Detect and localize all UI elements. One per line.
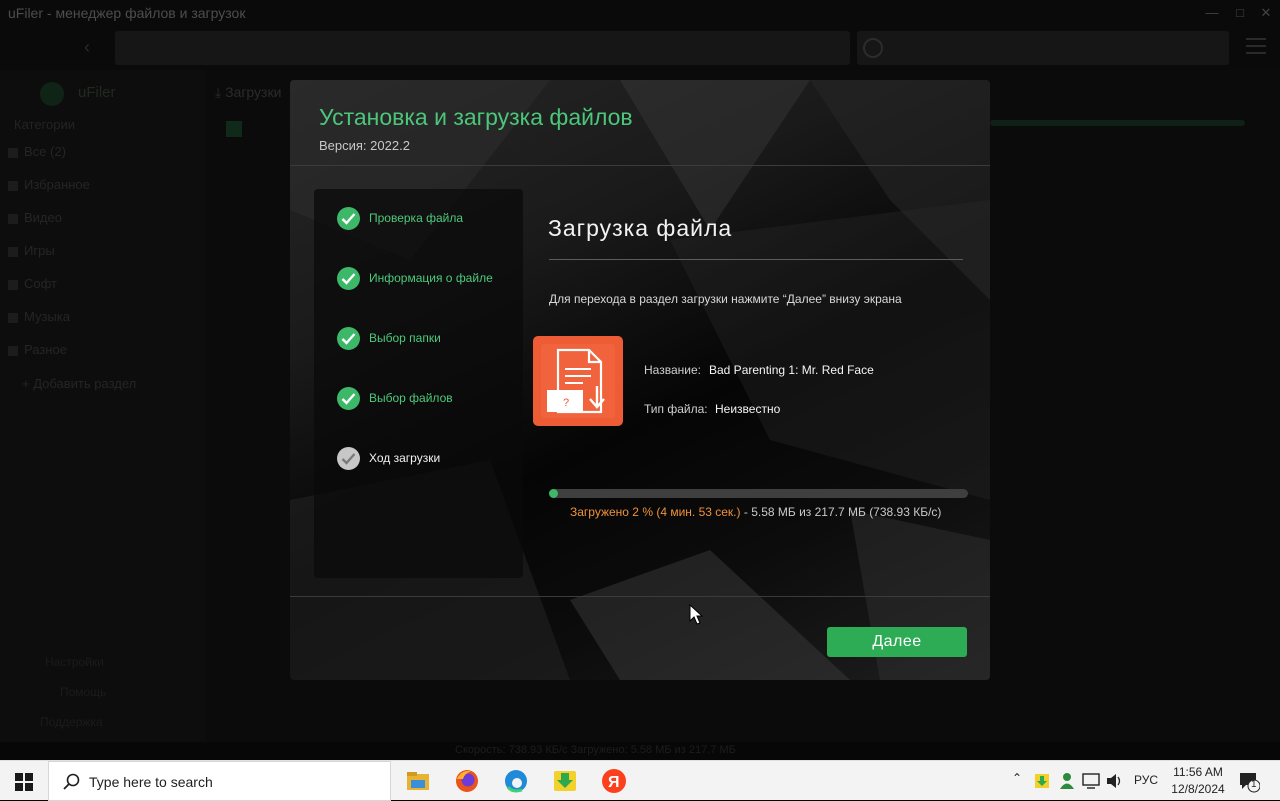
app-logo-text: uFiler — [78, 84, 116, 101]
volume-icon[interactable] — [1106, 773, 1124, 789]
dialog-header: Установка и загрузка файлов Версия: 2022… — [290, 80, 990, 166]
check-icon — [337, 207, 360, 230]
app-status-text: Скорость: 738.93 КБ/с Загружено: 5.58 МБ… — [455, 744, 736, 756]
notification-count: 1 — [1251, 779, 1257, 790]
step-label: Проверка файла — [369, 211, 464, 225]
refresh-icon[interactable] — [863, 38, 883, 58]
sidebar-item-misc[interactable]: Разное — [8, 342, 67, 357]
mouse-cursor-icon — [689, 604, 703, 625]
footer-divider — [290, 596, 990, 597]
yandex-icon[interactable]: Я — [598, 765, 630, 797]
back-arrow-icon[interactable]: ‹ — [84, 36, 106, 58]
file-type-label: Тип файла: — [644, 402, 708, 416]
pending-check-icon — [337, 447, 360, 470]
sidebar-settings[interactable]: Настройки — [45, 655, 104, 669]
minimize-icon[interactable]: — — [1202, 3, 1222, 23]
taskbar-search-placeholder: Type here to search — [89, 774, 213, 790]
sidebar-item-soft[interactable]: Софт — [8, 276, 57, 291]
windows-taskbar: Type here to search Я ⌃ РУС 11:56 AM 12/… — [0, 760, 1280, 801]
download-tray-icon[interactable] — [1034, 773, 1050, 789]
steps-panel: Проверка файла Информация о файле Выбор … — [314, 189, 523, 578]
next-button[interactable]: Далее — [827, 627, 967, 657]
step-label: Выбор папки — [369, 331, 441, 345]
sidebar-item-favorites[interactable]: Избранное — [8, 177, 90, 192]
language-indicator[interactable]: РУС — [1134, 773, 1158, 787]
check-icon — [337, 387, 360, 410]
file-type-value: Неизвестно — [715, 402, 781, 416]
sidebar-support[interactable]: Поддержка — [40, 715, 103, 729]
downloads-header: ⤓ Загрузки — [215, 84, 282, 100]
close-icon[interactable]: ✕ — [1256, 3, 1276, 23]
sidebar-item-all[interactable]: Все (2) — [8, 144, 66, 159]
download-progress-bar — [549, 489, 968, 498]
sidebar-item-music[interactable]: Музыка — [8, 309, 70, 324]
svg-text:?: ? — [563, 397, 569, 409]
dialog-title: Установка и загрузка файлов — [319, 104, 633, 130]
address-bar[interactable] — [115, 31, 850, 65]
chevron-up-icon[interactable]: ⌃ — [1012, 771, 1022, 785]
sidebar-item-games[interactable]: Игры — [8, 243, 55, 258]
download-manager-icon[interactable] — [549, 765, 581, 797]
app-title: uFiler - менеджер файлов и загрузок — [8, 5, 246, 21]
sidebar-add-section[interactable]: + Добавить раздел — [22, 376, 136, 391]
app-titlebar: uFiler - менеджер файлов и загрузок — □ … — [0, 0, 1280, 26]
main-title: Загрузка файла — [548, 215, 733, 241]
step-label: Информация о файле — [369, 271, 493, 285]
hint-text: Для перехода в раздел загрузки нажмите “… — [549, 292, 902, 306]
svg-text:Я: Я — [608, 774, 620, 791]
sidebar-heading: Категории — [14, 117, 75, 132]
sidebar-item-video[interactable]: Видео — [8, 210, 62, 225]
progress-separator: - — [740, 505, 752, 519]
check-icon — [337, 327, 360, 350]
step-label: Выбор файлов — [369, 391, 453, 405]
app-statusbar: Скорость: 738.93 КБ/с Загружено: 5.58 МБ… — [0, 742, 1280, 760]
check-icon — [337, 267, 360, 290]
app-search-field[interactable] — [857, 31, 1229, 65]
start-button[interactable] — [0, 761, 48, 801]
step-label: Ход загрузки — [369, 451, 441, 465]
maximize-icon[interactable]: □ — [1230, 3, 1250, 23]
hamburger-menu-icon[interactable] — [1246, 38, 1266, 54]
app-sidebar: uFiler Категории Все (2) Избранное Видео… — [0, 70, 205, 745]
file-name-label: Название: — [644, 363, 701, 377]
file-explorer-icon[interactable] — [402, 765, 434, 797]
people-tray-icon[interactable] — [1058, 772, 1076, 790]
file-name-value: Bad Parenting 1: Mr. Red Face — [709, 363, 874, 377]
app-logo — [40, 82, 64, 106]
install-download-dialog: Установка и загрузка файлов Версия: 2022… — [290, 80, 990, 680]
search-icon — [63, 773, 80, 790]
edge-icon[interactable] — [500, 765, 532, 797]
title-divider — [549, 259, 963, 260]
app-toolbar: ‹ — [0, 26, 1280, 70]
progress-status: Загружено 2 % (4 мин. 53 сек.) — [570, 505, 741, 519]
progress-size: 5.58 МБ из 217.7 МБ (738.93 КБ/с) — [751, 505, 942, 519]
clock-date[interactable]: 12/8/2024 — [1170, 782, 1226, 796]
download-row-progress — [990, 120, 1245, 126]
network-icon[interactable] — [1082, 773, 1100, 789]
download-progress-fill — [549, 489, 558, 498]
download-row-checkbox[interactable] — [226, 121, 242, 137]
clock-time[interactable]: 11:56 AM — [1170, 765, 1226, 779]
taskbar-search-box[interactable]: Type here to search — [48, 761, 391, 801]
progress-text: Загружено 2 % (4 мин. 53 сек.) - 5.58 МБ… — [570, 505, 941, 519]
notification-center-icon[interactable]: 1 — [1238, 771, 1261, 798]
firefox-icon[interactable] — [451, 765, 483, 797]
dialog-version: Версия: 2022.2 — [319, 138, 410, 153]
sidebar-help[interactable]: Помощь — [60, 685, 106, 699]
unknown-file-download-icon: ? — [533, 336, 623, 426]
windows-logo-icon — [15, 773, 33, 791]
